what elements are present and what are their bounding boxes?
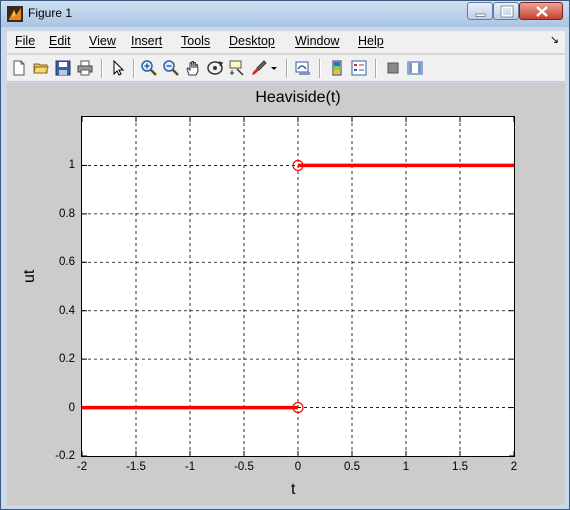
colorbar-icon[interactable] — [328, 59, 346, 77]
brush-dropdown-icon[interactable] — [269, 59, 279, 77]
zoom-in-icon[interactable] — [140, 59, 158, 77]
x-axis-label: t — [291, 481, 296, 498]
maximize-icon — [500, 5, 514, 18]
figure-toolbar — [7, 54, 565, 82]
close-button[interactable] — [519, 2, 563, 20]
toolbar-separator — [375, 59, 377, 78]
y-tick-label: 0.4 — [59, 304, 75, 317]
x-tick-label: 0 — [294, 461, 302, 473]
menu-file[interactable]: File — [15, 34, 35, 48]
toolbar-separator — [319, 59, 321, 78]
y-tick-label: 0.8 — [59, 207, 75, 220]
title-bar[interactable]: Figure 1 — [1, 1, 569, 27]
hand-pan-icon[interactable] — [184, 59, 202, 77]
printer-icon[interactable] — [76, 59, 94, 77]
data-cursor-icon[interactable] — [228, 59, 246, 77]
figure-canvas: Heaviside(t) -2 -1.5 -1 -0.5 0 0.5 1 1.5 2 -0.2 0… — [7, 83, 565, 505]
menu-dock-arrow-icon[interactable]: ↘ — [550, 33, 559, 46]
menu-tools[interactable]: Tools — [181, 34, 210, 48]
menu-help[interactable]: Help — [358, 34, 384, 48]
axes[interactable] — [81, 116, 515, 457]
menu-bar: File Edit View Insert Tools Desktop Wind… — [7, 31, 565, 53]
y-tick-label: 0.2 — [59, 353, 75, 366]
plot-svg — [82, 117, 514, 456]
x-tick-label: -0.5 — [234, 461, 254, 473]
show-tools-icon[interactable] — [406, 59, 424, 77]
menu-window[interactable]: Window — [295, 34, 339, 48]
y-tick-label: 0.6 — [59, 256, 75, 269]
link-plot-icon[interactable] — [294, 59, 312, 77]
matlab-figure-icon — [7, 6, 23, 22]
rotate-3d-icon[interactable] — [206, 59, 224, 77]
menu-view[interactable]: View — [89, 34, 116, 48]
hide-tools-icon[interactable] — [384, 59, 402, 77]
brush-icon[interactable] — [250, 59, 268, 77]
figure-window: Figure 1 File Edit View Insert Tools Des… — [0, 0, 570, 510]
close-icon — [536, 6, 548, 17]
window-title: Figure 1 — [28, 6, 73, 20]
minimize-button[interactable] — [467, 2, 493, 20]
minimize-icon — [475, 13, 486, 17]
x-tick-label: -2 — [76, 461, 88, 473]
x-tick-label: 1 — [402, 461, 410, 473]
maximize-button[interactable] — [493, 2, 519, 20]
y-axis-label: ut — [21, 269, 38, 283]
arrow-pointer-icon[interactable] — [109, 59, 127, 77]
y-tick-label: 0 — [68, 401, 75, 414]
toolbar-separator — [133, 59, 135, 78]
zoom-out-icon[interactable] — [162, 59, 180, 77]
menu-desktop[interactable]: Desktop — [229, 34, 275, 48]
y-tick-label: 1 — [68, 159, 75, 172]
open-folder-icon[interactable] — [32, 59, 50, 77]
menu-insert[interactable]: Insert — [131, 34, 162, 48]
y-tick-label: -0.2 — [55, 450, 75, 462]
x-tick-label: 1.5 — [452, 461, 468, 473]
x-tick-label: -1.5 — [126, 461, 146, 473]
toolbar-separator — [101, 59, 103, 78]
plot-title: Heaviside(t) — [255, 89, 341, 106]
x-tick-label: 0.5 — [344, 461, 360, 473]
new-file-icon[interactable] — [10, 59, 28, 77]
legend-icon[interactable] — [350, 59, 368, 77]
x-tick-label: 2 — [510, 461, 518, 473]
save-disk-icon[interactable] — [54, 59, 72, 77]
menu-edit[interactable]: Edit — [49, 34, 71, 48]
toolbar-separator — [286, 59, 288, 78]
x-tick-label: -1 — [184, 461, 196, 473]
